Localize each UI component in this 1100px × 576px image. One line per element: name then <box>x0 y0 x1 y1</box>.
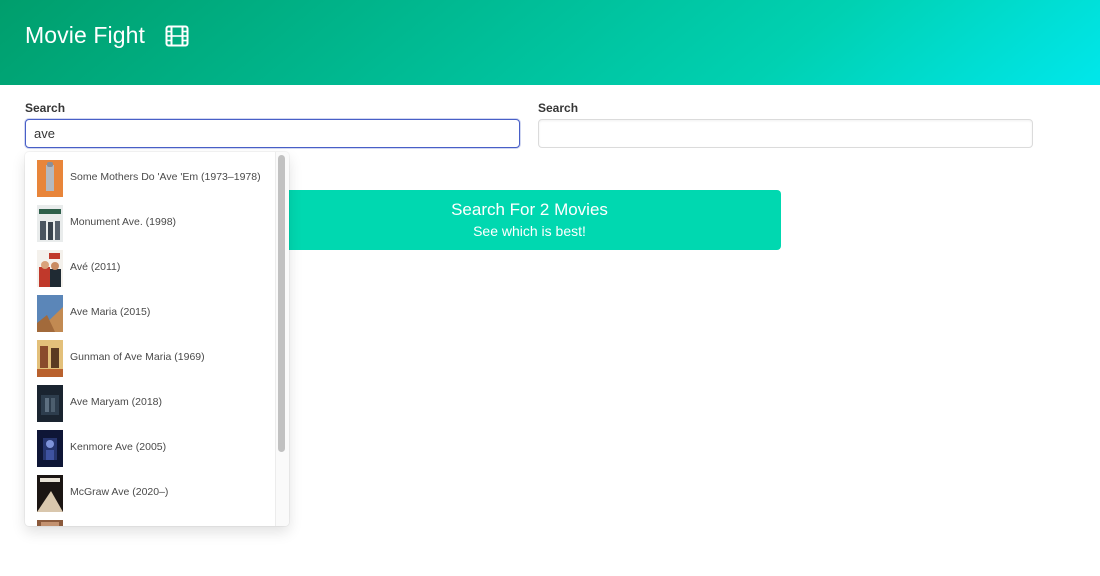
app-title: Movie Fight <box>25 22 145 48</box>
movie-poster <box>37 205 63 242</box>
result-item[interactable] <box>25 518 275 526</box>
left-search-input[interactable] <box>25 119 520 148</box>
result-title: Ave Maryam (2018) <box>70 396 163 408</box>
result-item[interactable]: Kenmore Ave (2005) <box>25 428 275 470</box>
result-item[interactable]: Some Mothers Do 'Ave 'Em (1973–1978) <box>25 158 275 200</box>
result-item[interactable]: Monument Ave. (1998) <box>25 203 275 245</box>
result-item[interactable]: Ave Maria (2015) <box>25 293 275 335</box>
cta-title: Search For 2 Movies <box>451 200 608 219</box>
result-title: Gunman of Ave Maria (1969) <box>70 351 205 363</box>
movie-poster <box>37 340 63 377</box>
result-title: Kenmore Ave (2005) <box>70 441 167 453</box>
left-search-label: Search <box>25 101 66 115</box>
result-title: Some Mothers Do 'Ave 'Em (1973–1978) <box>70 171 261 183</box>
right-search-input[interactable] <box>538 119 1033 148</box>
result-item[interactable]: Avé (2011) <box>25 248 275 290</box>
movie-poster <box>37 475 63 512</box>
movie-poster <box>37 250 63 287</box>
cta-subtitle: See which is best! <box>473 223 586 239</box>
movie-poster <box>37 160 63 197</box>
movie-poster <box>37 385 63 422</box>
movie-poster <box>37 430 63 467</box>
dropdown-scrollbar-thumb[interactable] <box>278 155 285 452</box>
right-search-field: Search <box>538 101 1033 148</box>
movie-poster <box>37 520 63 526</box>
movie-poster <box>37 295 63 332</box>
result-item[interactable]: McGraw Ave (2020–) <box>25 473 275 515</box>
right-search-label: Search <box>538 101 579 115</box>
search-movies-button[interactable]: Search For 2 Movies See which is best! <box>278 190 781 250</box>
result-title: Monument Ave. (1998) <box>70 216 177 228</box>
result-title: McGraw Ave (2020–) <box>70 486 169 498</box>
autocomplete-dropdown: Some Mothers Do 'Ave 'Em (1973–1978) Mon… <box>25 152 289 526</box>
result-item[interactable]: Gunman of Ave Maria (1969) <box>25 338 275 380</box>
result-title: Ave Maria (2015) <box>70 306 151 318</box>
result-title: Avé (2011) <box>70 261 121 273</box>
result-item[interactable]: Ave Maryam (2018) <box>25 383 275 425</box>
left-search-field: Search <box>25 101 520 148</box>
film-icon <box>165 25 189 47</box>
header-bar: Movie Fight <box>0 0 1100 85</box>
